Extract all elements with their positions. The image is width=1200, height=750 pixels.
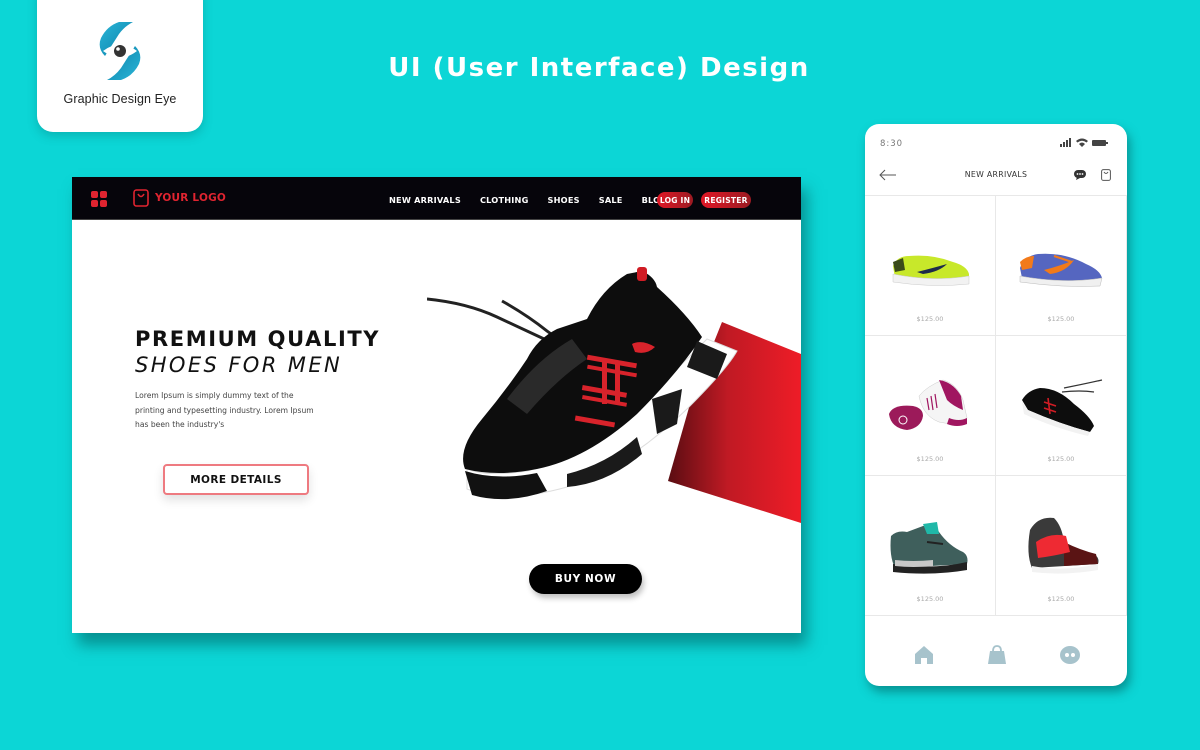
page-title: UI (User Interface) Design	[0, 53, 1200, 83]
home-icon[interactable]	[913, 644, 935, 666]
brand-name: Graphic Design Eye	[63, 92, 177, 106]
chat-icon[interactable]	[1074, 170, 1086, 180]
nav-links: NEW ARRIVALS CLOTHING SHOES SALE BLOG	[389, 195, 686, 205]
wifi-icon	[1076, 138, 1088, 147]
hero-subtitle: SHOES FOR MEN	[135, 353, 343, 377]
hero-title: PREMIUM QUALITY	[135, 327, 381, 351]
black-red-sneaker-image	[1022, 379, 1103, 436]
buy-now-button[interactable]: BUY NOW	[529, 564, 642, 594]
product-card[interactable]: $125.00	[996, 336, 1127, 476]
status-time: 8:30	[880, 139, 904, 149]
login-button[interactable]: LOG IN	[657, 192, 693, 208]
teal-basketball-shoe-image	[890, 522, 968, 574]
bag-icon[interactable]	[1101, 169, 1111, 181]
product-price: $125.00	[1047, 315, 1075, 323]
magenta-white-sneakers-image	[889, 379, 968, 430]
product-card[interactable]: $125.00	[865, 196, 996, 336]
hero-sneaker-image	[427, 267, 738, 500]
bottom-tab-bar	[865, 616, 1127, 686]
product-price: $125.00	[916, 455, 944, 463]
lime-green-sneaker-image	[892, 255, 970, 286]
page-title-text: UI (User Interface) Design	[388, 53, 810, 83]
more-details-button[interactable]: MORE DETAILS	[163, 464, 309, 495]
phone-header: NEW ARRIVALS	[865, 162, 1127, 195]
nav-link-sale[interactable]: SALE	[599, 195, 623, 205]
battery-icon	[1092, 139, 1108, 146]
product-price: $125.00	[916, 595, 944, 603]
grid-menu-icon[interactable]	[91, 191, 107, 207]
product-price: $125.00	[1047, 595, 1075, 603]
product-card[interactable]: $125.00	[996, 196, 1127, 336]
product-grid: $125.00 $125.00 $125.00 $125.00 $125.00 …	[865, 195, 1127, 616]
product-card[interactable]: $125.00	[996, 476, 1127, 616]
nav-link-shoes[interactable]: SHOES	[548, 195, 580, 205]
phone-mockup: 8:30 NEW ARRIVALS $125.00 $125.00 $125.0…	[865, 124, 1127, 686]
nav-link-clothing[interactable]: CLOTHING	[480, 195, 529, 205]
product-card[interactable]: $125.00	[865, 336, 996, 476]
signal-icon	[1060, 138, 1071, 147]
desktop-mockup: YOUR LOGO NEW ARRIVALS CLOTHING SHOES SA…	[72, 177, 801, 633]
top-navbar: YOUR LOGO NEW ARRIVALS CLOTHING SHOES SA…	[72, 177, 801, 220]
phone-header-title: NEW ARRIVALS	[964, 170, 1028, 179]
product-price: $125.00	[916, 315, 944, 323]
nav-link-new-arrivals[interactable]: NEW ARRIVALS	[389, 195, 461, 205]
red-black-high-top-image	[1028, 517, 1099, 574]
register-button[interactable]: REGISTER	[701, 192, 751, 208]
status-icons	[1060, 138, 1108, 147]
blue-orange-running-shoe-image	[1019, 253, 1103, 287]
product-card[interactable]: $125.00	[865, 476, 996, 616]
shopping-bag-icon[interactable]	[986, 644, 1008, 666]
logo-text[interactable]: YOUR LOGO	[155, 192, 226, 204]
product-price: $125.00	[1047, 455, 1075, 463]
chat-icon[interactable]	[1059, 644, 1081, 666]
hero-description: Lorem Ipsum is simply dummy text of the …	[135, 391, 314, 429]
shopping-bag-icon	[133, 189, 149, 207]
